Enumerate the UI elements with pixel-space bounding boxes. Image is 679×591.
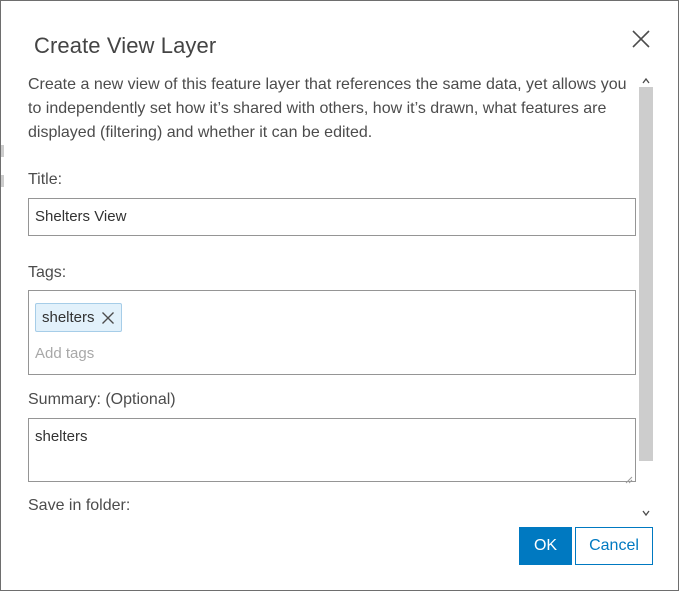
ok-button[interactable]: OK — [519, 527, 572, 565]
cancel-button[interactable]: Cancel — [575, 527, 653, 565]
title-label: Title: — [28, 171, 63, 188]
dialog-description: Create a new view of this feature layer … — [28, 76, 627, 141]
tag-chip: shelters — [35, 303, 122, 332]
chevron-down-icon[interactable] — [641, 505, 651, 517]
scroll-thumb[interactable] — [639, 87, 653, 461]
tags-input[interactable]: shelters Add tags — [28, 290, 636, 375]
title-input[interactable]: Shelters View — [28, 198, 636, 236]
chevron-up-icon[interactable] — [641, 73, 651, 84]
folder-label: Save in folder: — [28, 497, 131, 514]
create-view-layer-dialog: Create View Layer Create a new view of t… — [0, 0, 679, 591]
summary-value: shelters — [35, 428, 88, 445]
summary-textarea[interactable]: shelters — [28, 418, 636, 484]
dialog-body: Create a new view of this feature layer … — [1, 69, 638, 519]
tags-placeholder: Add tags — [35, 345, 95, 362]
close-icon[interactable] — [629, 27, 653, 51]
tag-chip-label: shelters — [42, 309, 95, 326]
title-input-value: Shelters View — [35, 208, 127, 225]
scrollbar[interactable] — [638, 69, 654, 519]
resize-grip-icon[interactable] — [625, 471, 633, 484]
tags-label: Tags: — [28, 264, 67, 281]
tag-remove-icon[interactable] — [101, 311, 115, 325]
summary-label: Summary: (Optional) — [28, 391, 176, 408]
dialog-title: Create View Layer — [34, 33, 217, 58]
